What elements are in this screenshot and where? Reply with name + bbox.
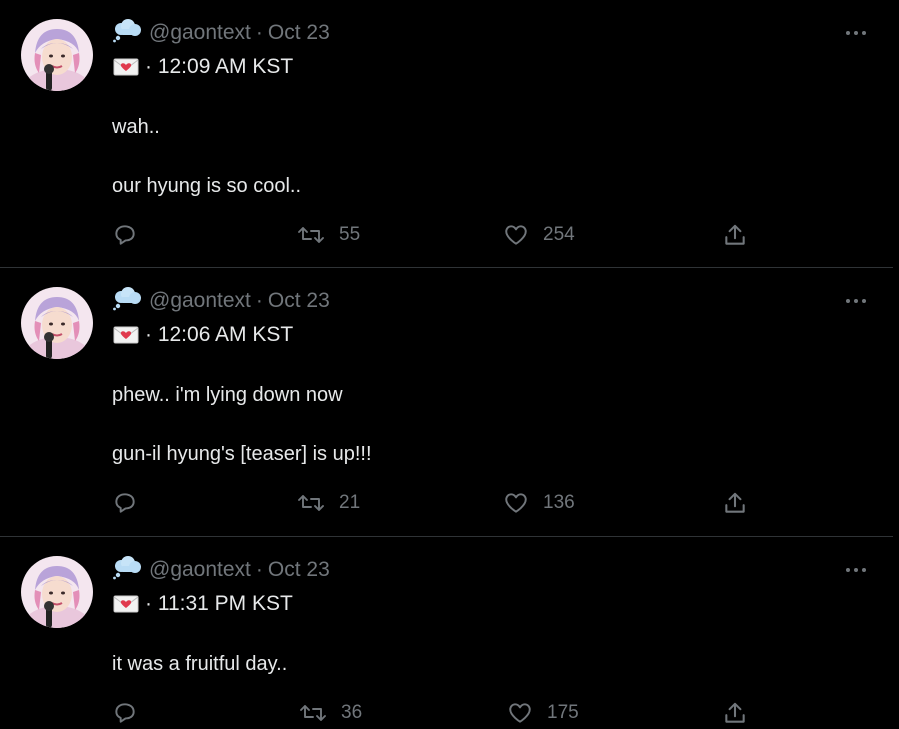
retweet-count: 21 [339, 492, 361, 513]
reply-icon [115, 225, 135, 245]
more-options-icon[interactable] [844, 293, 868, 309]
tweet-text-line: wah.. [112, 116, 160, 138]
love-letter-icon [113, 326, 139, 344]
thought-cloud-icon [113, 287, 141, 311]
retweet-button[interactable]: 55 [297, 220, 360, 250]
tweet-actions: 36 175 [0, 698, 893, 728]
avatar[interactable] [21, 556, 93, 628]
like-count: 254 [543, 224, 575, 245]
thought-cloud-icon [113, 556, 141, 580]
retweet-button[interactable]: 36 [299, 698, 362, 728]
tweet-time: · 11:31 PM KST [145, 592, 293, 615]
reply-button[interactable] [112, 698, 138, 728]
like-count: 175 [547, 702, 579, 723]
tweet[interactable]: @gaontext · Oct 23 · 12:09 AM KST wah.. ou… [0, 0, 893, 268]
tweet-text-line: phew.. i'm lying down now [112, 384, 343, 406]
like-button[interactable]: 175 [507, 698, 579, 728]
username[interactable]: @gaontext [149, 21, 251, 44]
tweet[interactable]: @gaontext · Oct 23 · 12:06 AM KST phew.. i… [0, 268, 893, 537]
tweet-text-line: our hyung is so cool.. [112, 175, 301, 197]
retweet-button[interactable]: 21 [297, 488, 360, 518]
separator: · [255, 21, 263, 44]
love-letter-icon [113, 595, 139, 613]
share-icon [725, 702, 745, 723]
separator: · [255, 289, 263, 312]
reply-icon [115, 703, 135, 723]
tweet-time: · 12:06 AM KST [145, 323, 294, 346]
tweet-date[interactable]: Oct 23 [268, 558, 330, 581]
avatar[interactable] [21, 287, 93, 359]
tweet-text-line: it was a fruitful day.. [112, 653, 288, 675]
tweet-text-line: gun-il hyung's [teaser] is up!!! [112, 443, 372, 465]
love-letter-icon [113, 58, 139, 76]
like-button[interactable]: 136 [503, 488, 575, 518]
tweet-meta: @gaontext · Oct 23 [149, 289, 330, 313]
thought-cloud-icon [113, 19, 141, 43]
retweet-icon [298, 495, 324, 511]
retweet-icon [298, 227, 324, 243]
reply-button[interactable] [112, 220, 138, 250]
reply-button[interactable] [112, 488, 138, 518]
share-button[interactable] [722, 220, 748, 250]
reply-icon [115, 493, 135, 513]
username[interactable]: @gaontext [149, 289, 251, 312]
share-button[interactable] [722, 698, 748, 728]
tweet-feed: @gaontext · Oct 23 · 12:09 AM KST wah.. ou… [0, 0, 899, 729]
tweet-date[interactable]: Oct 23 [268, 21, 330, 44]
like-button[interactable]: 254 [503, 220, 575, 250]
username[interactable]: @gaontext [149, 558, 251, 581]
heart-icon [505, 493, 527, 513]
tweet-meta: @gaontext · Oct 23 [149, 21, 330, 45]
time-line: · 12:09 AM KST [113, 54, 293, 80]
heart-icon [505, 225, 527, 245]
share-icon [725, 492, 745, 513]
time-line: · 12:06 AM KST [113, 322, 293, 348]
separator: · [255, 558, 263, 581]
retweet-icon [300, 705, 326, 721]
retweet-count: 55 [339, 224, 361, 245]
time-line: · 11:31 PM KST [113, 591, 293, 617]
tweet[interactable]: @gaontext · Oct 23 · 11:31 PM KST it was a… [0, 537, 893, 729]
avatar[interactable] [21, 19, 93, 91]
tweet-meta: @gaontext · Oct 23 [149, 558, 330, 582]
share-icon [725, 224, 745, 245]
more-options-icon[interactable] [844, 25, 868, 41]
share-button[interactable] [722, 488, 748, 518]
heart-icon [509, 703, 531, 723]
tweet-actions: 21 136 [0, 488, 893, 518]
like-count: 136 [543, 492, 575, 513]
tweet-time: · 12:09 AM KST [145, 55, 294, 78]
retweet-count: 36 [341, 702, 363, 723]
tweet-date[interactable]: Oct 23 [268, 289, 330, 312]
more-options-icon[interactable] [844, 562, 868, 578]
tweet-actions: 55 254 [0, 220, 893, 250]
